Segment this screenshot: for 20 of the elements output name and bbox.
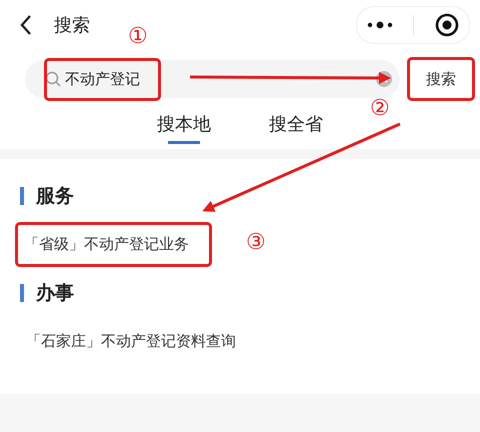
- step-number: ③: [246, 230, 266, 255]
- search-icon: [45, 71, 61, 87]
- section-title: 办事: [36, 281, 74, 306]
- clear-icon[interactable]: [376, 71, 392, 87]
- search-value: 不动产登记: [47, 60, 158, 98]
- result-item[interactable]: 「省级」不动产登记业务: [18, 225, 209, 264]
- close-target-icon[interactable]: [434, 13, 459, 37]
- page-title: 搜索: [54, 14, 90, 37]
- result-item[interactable]: 「石家庄」不动产登记资料查询: [20, 322, 256, 361]
- search-button[interactable]: 搜索: [410, 60, 472, 98]
- back-icon[interactable]: [20, 14, 32, 36]
- search-field[interactable]: 不动产登记: [25, 60, 400, 98]
- step-number: ②: [370, 96, 390, 121]
- tab[interactable]: 搜本地: [153, 112, 215, 144]
- section-marker: [20, 187, 24, 205]
- section-marker: [20, 284, 24, 302]
- section-title: 服务: [36, 184, 74, 209]
- more-icon[interactable]: [367, 21, 394, 29]
- tab[interactable]: 搜全省: [265, 112, 327, 144]
- step-number: ①: [128, 24, 148, 49]
